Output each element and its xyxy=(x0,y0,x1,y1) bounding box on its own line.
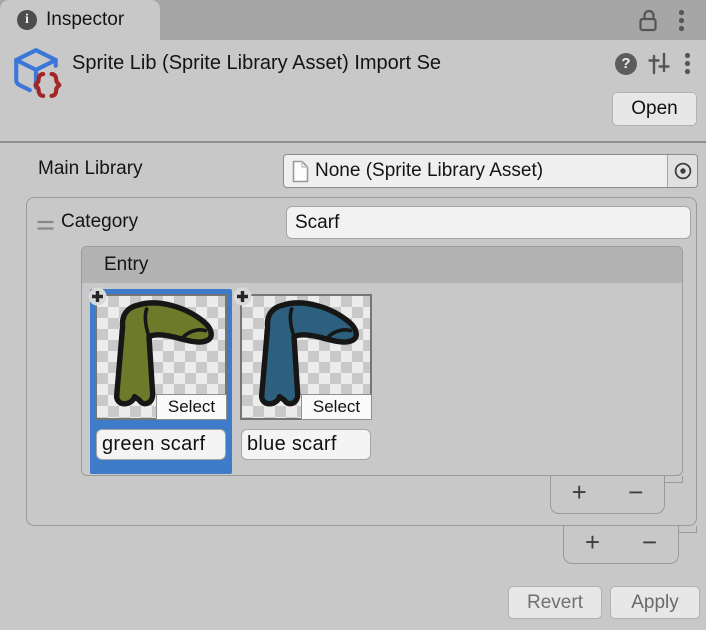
presets-icon[interactable] xyxy=(646,52,672,81)
entry-list-footer: + − xyxy=(550,476,665,514)
object-picker-icon[interactable] xyxy=(667,155,697,187)
sprite-entry-grid: Select green scarf xyxy=(90,289,377,474)
plus-badge-icon xyxy=(233,287,252,311)
tab-bar: i Inspector xyxy=(0,0,706,40)
remove-category-button[interactable]: − xyxy=(621,526,678,563)
entry-list-box: Entry Select xyxy=(81,246,683,476)
inspector-window: i Inspector xyxy=(0,0,706,630)
tab-inspector[interactable]: i Inspector xyxy=(0,0,160,40)
revert-button[interactable]: Revert xyxy=(508,586,602,619)
sprite-thumbnail-blue[interactable]: Select xyxy=(240,294,372,420)
sprite-thumbnail-green[interactable]: Select xyxy=(95,294,227,420)
select-button[interactable]: Select xyxy=(156,394,227,420)
sprite-name-input[interactable]: green scarf xyxy=(96,429,226,460)
sprite-entry-cell-green[interactable]: Select green scarf xyxy=(90,289,232,474)
header-kebab-menu-icon[interactable] xyxy=(684,52,691,80)
category-list-box: Category Scarf Entry Select xyxy=(26,197,697,526)
entry-footer-notch xyxy=(665,476,683,483)
page-title: Sprite Lib (Sprite Library Asset) Import… xyxy=(72,52,609,80)
main-library-label: Main Library xyxy=(38,158,143,180)
sprite-entry-cell-blue[interactable]: Select blue scarf xyxy=(235,289,377,474)
remove-entry-button[interactable]: − xyxy=(608,476,665,513)
asset-file-icon xyxy=(291,160,310,183)
entry-header: Entry xyxy=(82,247,682,283)
main-library-value: None (Sprite Library Asset) xyxy=(315,160,667,182)
category-footer-notch xyxy=(679,526,697,533)
sprite-name-input[interactable]: blue scarf xyxy=(241,429,371,460)
select-button[interactable]: Select xyxy=(301,394,372,420)
open-button[interactable]: Open xyxy=(612,92,697,126)
category-name-input[interactable]: Scarf xyxy=(286,206,691,239)
sprite-library-asset-icon xyxy=(10,46,64,105)
category-list-footer: + − xyxy=(563,526,679,564)
plus-badge-icon xyxy=(88,287,107,311)
tab-label: Inspector xyxy=(46,9,124,31)
add-entry-button[interactable]: + xyxy=(551,476,608,513)
entry-label: Entry xyxy=(82,247,148,283)
main-library-object-field[interactable]: None (Sprite Library Asset) xyxy=(283,154,698,188)
info-icon: i xyxy=(17,10,37,30)
inspector-header: Sprite Lib (Sprite Library Asset) Import… xyxy=(0,40,706,143)
drag-handle-icon[interactable] xyxy=(37,218,54,236)
apply-button[interactable]: Apply xyxy=(610,586,700,619)
add-category-button[interactable]: + xyxy=(564,526,621,563)
unlock-icon[interactable] xyxy=(637,8,661,38)
help-icon[interactable]: ? xyxy=(615,53,637,75)
category-label: Category xyxy=(61,211,138,233)
kebab-menu-icon[interactable] xyxy=(678,9,685,37)
